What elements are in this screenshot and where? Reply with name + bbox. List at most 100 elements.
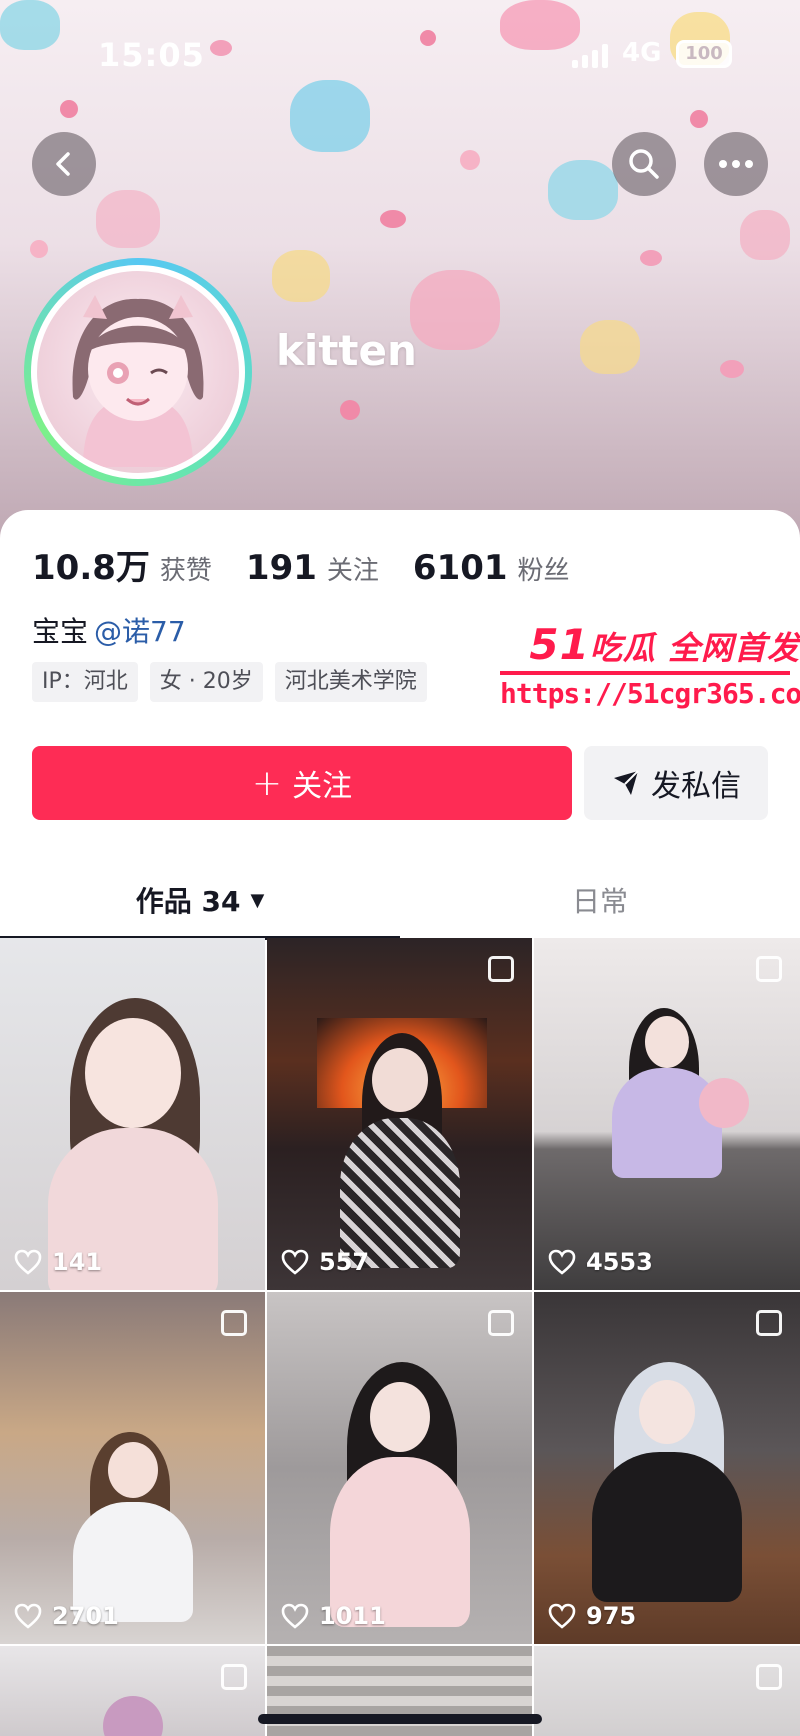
cover-sticker — [290, 80, 370, 152]
post-likes: 2701 — [14, 1602, 119, 1630]
follow-label: 关注 — [292, 769, 353, 804]
message-label: 发私信 — [651, 769, 741, 804]
multi-image-icon — [221, 1664, 247, 1690]
stat-followers[interactable]: 6101 粉丝 — [413, 548, 570, 588]
heart-outline-icon — [14, 1249, 42, 1275]
status-bar: 15:05 4G 100 — [0, 36, 800, 80]
post-thumbnail[interactable] — [0, 1646, 265, 1736]
post-likes-count: 141 — [52, 1248, 103, 1276]
post-likes-count: 1011 — [319, 1602, 386, 1630]
stat-following[interactable]: 191 关注 — [246, 548, 379, 588]
cover-sticker — [272, 250, 330, 302]
stat-value: 191 — [245, 548, 317, 588]
multi-image-icon — [756, 956, 782, 982]
battery-icon: 100 — [676, 40, 732, 68]
cover-dot — [60, 100, 78, 118]
network-type: 4G — [622, 38, 662, 68]
avatar-image — [31, 265, 245, 479]
multi-image-icon — [756, 1664, 782, 1690]
signal-icon — [572, 44, 608, 68]
post-thumbnail[interactable] — [534, 1646, 800, 1736]
stat-label: 获赞 — [159, 556, 212, 586]
cover-sticker — [548, 160, 618, 220]
bio: 宝宝 @诺77 — [32, 610, 186, 650]
bio-text: 宝宝 — [32, 615, 89, 648]
post-thumbnail[interactable]: 2701 — [0, 1292, 265, 1644]
heart-outline-icon — [281, 1249, 309, 1275]
thumb-head — [371, 1048, 428, 1112]
home-indicator[interactable] — [258, 1714, 542, 1724]
tag-gender-age: 女 · 20岁 — [149, 662, 263, 702]
post-likes-count: 4553 — [586, 1248, 653, 1276]
message-button[interactable]: 发私信 — [584, 746, 768, 820]
post-grid: 141 557 4553 2701 1011 975 — [0, 938, 800, 1736]
thumb-head — [107, 1442, 158, 1498]
tab-works[interactable]: 作品 34 ▼ — [0, 860, 400, 940]
heart-outline-icon — [548, 1603, 576, 1629]
multi-image-icon — [756, 1310, 782, 1336]
cover-dot — [380, 210, 406, 228]
avatar-illustration — [72, 295, 204, 467]
chevron-left-icon — [56, 152, 70, 176]
thumb-plush — [699, 1078, 749, 1128]
post-likes: 557 — [281, 1248, 369, 1276]
post-thumbnail[interactable]: 4553 — [534, 938, 800, 1290]
heart-outline-icon — [548, 1249, 576, 1275]
tag-ip: IP：河北 — [32, 662, 138, 702]
tag-school[interactable]: 河北美术学院 — [274, 662, 427, 702]
post-thumbnail[interactable]: 1011 — [267, 1292, 532, 1644]
multi-image-icon — [488, 956, 514, 982]
avatar[interactable] — [24, 258, 252, 486]
heart-outline-icon — [281, 1603, 309, 1629]
thumb-head — [84, 1018, 181, 1128]
stat-label: 关注 — [326, 556, 379, 586]
bio-mention-link[interactable]: @诺77 — [94, 615, 186, 648]
thumb-head — [102, 1696, 163, 1736]
cover-dot — [640, 250, 662, 266]
cover-dot — [690, 110, 708, 128]
thumb-figure — [592, 1452, 742, 1602]
post-likes: 975 — [548, 1602, 636, 1630]
send-arrow-icon — [614, 770, 639, 795]
tab-daily-label: 日常 — [571, 885, 628, 918]
post-thumbnail[interactable]: 557 — [267, 938, 532, 1290]
tab-daily[interactable]: 日常 — [400, 860, 800, 940]
thumb-figure — [339, 1118, 460, 1268]
more-button[interactable] — [704, 132, 768, 196]
thumb-head — [645, 1016, 689, 1068]
watermark-brand: 51吃瓜 全网首发 — [500, 620, 800, 669]
cover-sticker — [96, 190, 160, 248]
profile-tags: IP：河北 女 · 20岁 河北美术学院 — [32, 662, 427, 702]
post-thumbnail[interactable]: 141 — [0, 938, 265, 1290]
stat-likes: 10.8万 获赞 — [32, 540, 212, 589]
cover-sticker — [410, 270, 500, 350]
watermark-divider — [500, 671, 790, 675]
post-likes-count: 2701 — [52, 1602, 119, 1630]
cover-dot — [340, 400, 360, 420]
multi-image-icon — [221, 1310, 247, 1336]
post-likes-count: 557 — [319, 1248, 370, 1276]
heart-outline-icon — [14, 1603, 42, 1629]
thumb-head — [369, 1382, 430, 1452]
back-button[interactable] — [32, 132, 96, 196]
post-likes: 1011 — [281, 1602, 386, 1630]
stat-value: 10.8万 — [32, 548, 150, 588]
cover-dot — [30, 240, 48, 258]
watermark-brand-text: 吃瓜 全网首发 — [589, 629, 800, 667]
more-dots-icon — [719, 160, 753, 168]
username: kitten — [276, 326, 417, 375]
stats-row: 10.8万 获赞 191 关注 6101 粉丝 — [32, 540, 604, 590]
watermark-url: https://51cgr365.com — [500, 677, 800, 710]
post-likes: 141 — [14, 1248, 102, 1276]
plus-icon: + — [251, 762, 283, 804]
follow-button[interactable]: + 关注 — [32, 746, 572, 820]
stat-value: 6101 — [412, 548, 508, 588]
post-thumbnail[interactable]: 975 — [534, 1292, 800, 1644]
tab-works-label: 作品 34 — [135, 885, 241, 918]
watermark-overlay: 51吃瓜 全网首发 https://51cgr365.com — [500, 620, 800, 710]
status-time: 15:05 — [98, 36, 205, 74]
cover-sticker — [580, 320, 640, 374]
watermark-brand-num: 51 — [529, 620, 590, 669]
cover-dot — [720, 360, 744, 378]
search-button[interactable] — [612, 132, 676, 196]
